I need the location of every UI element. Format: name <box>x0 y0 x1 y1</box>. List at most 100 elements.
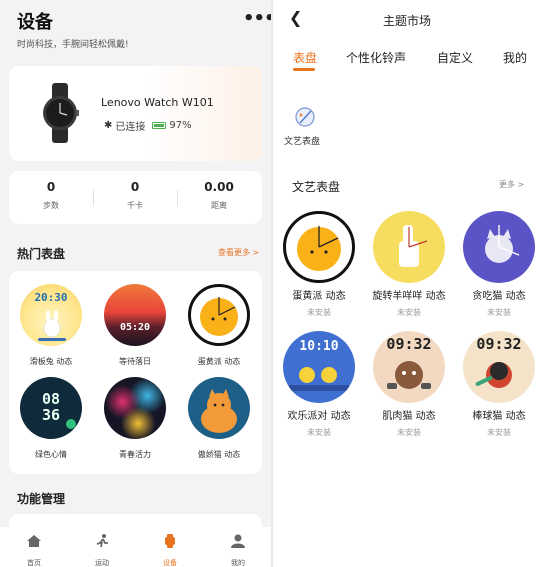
tab-ringtone[interactable]: 个性化铃声 <box>346 49 406 66</box>
face-name: 等待落日 <box>119 357 151 366</box>
person-icon <box>231 534 245 548</box>
install-status: 未安装 <box>487 428 511 437</box>
install-status: 未安装 <box>487 308 511 317</box>
tab-mine[interactable]: 我的 <box>211 533 265 567</box>
home-icon <box>27 535 41 547</box>
face-time: 05:20 <box>119 322 151 333</box>
stats-card: 0 步数 0 千卡 0.00 距离 <box>9 171 262 224</box>
face-item[interactable]: 09:32 棒球猫 动态 未安装 <box>454 331 540 438</box>
stat-value: 0 <box>46 180 56 194</box>
run-icon <box>96 534 108 548</box>
face-name: 肌肉猫 动态 <box>382 411 436 422</box>
back-chevron-icon[interactable]: ❮ <box>289 8 302 27</box>
device-card[interactable]: Lenovo Watch W101 ✱ 已连接 97% <box>9 66 262 161</box>
face-time: 20:30 <box>34 291 68 304</box>
face-thumbnail <box>283 211 355 283</box>
face-item[interactable]: 贪吃猫 动态 未安装 <box>454 211 540 318</box>
stat-value: 0 <box>130 180 140 194</box>
face-thumbnail <box>188 284 250 346</box>
bottom-tab-bar: 首页 运动 设备 我的 <box>0 527 271 567</box>
see-more-link[interactable]: 查看更多 > <box>218 247 259 258</box>
stat-label: 距离 <box>211 201 227 210</box>
stat-calories: 0 千卡 <box>93 180 177 211</box>
cat-icon <box>201 389 237 433</box>
face-thumbnail: 09:32 <box>463 331 535 403</box>
function-management-title: 功能管理 <box>17 492 66 506</box>
tab-home[interactable]: 首页 <box>7 533 61 567</box>
tab-label: 设备 <box>163 559 177 567</box>
face-name: 棒球猫 动态 <box>472 411 526 422</box>
stat-label: 千卡 <box>127 201 143 210</box>
face-thumbnail <box>104 377 166 439</box>
face-name: 旋转羊咩咩 动态 <box>372 291 446 302</box>
tab-label: 运动 <box>95 559 109 567</box>
tab-label: 首页 <box>27 559 41 567</box>
face-name: 蛋黄派 动态 <box>292 291 346 302</box>
face-thumbnail <box>463 211 535 283</box>
face-item[interactable]: 蛋黄派 动态 未安装 <box>274 211 364 318</box>
egg-yolk-icon <box>200 297 238 336</box>
stat-value: 0.00 <box>204 180 234 194</box>
face-thumbnail <box>373 211 445 283</box>
face-thumbnail: 20:30 <box>20 284 82 346</box>
watch-icon <box>165 534 175 548</box>
tab-watchface[interactable]: 表盘 <box>293 49 317 66</box>
face-thumbnail: 08 36 <box>20 377 82 439</box>
face-item[interactable]: 蛋黄派 动态 <box>179 284 259 367</box>
face-thumbnail: 05:20 <box>104 284 166 346</box>
install-status: 未安装 <box>397 308 421 317</box>
face-name: 蛋黄派 动态 <box>197 357 241 366</box>
rabbit-icon <box>38 310 66 341</box>
face-name: 欢乐派对 动态 <box>287 411 351 422</box>
active-tab-indicator <box>293 68 315 71</box>
face-item[interactable]: 傲娇猫 动态 <box>179 377 259 460</box>
watch-image <box>43 83 79 143</box>
device-panel: 设备 ••• 时尚科技，手腕间轻松佩戴! Lenovo Watch W101 ✱… <box>0 0 271 567</box>
bluetooth-icon: ✱ <box>104 120 113 131</box>
baseball-cat-icon <box>475 362 512 388</box>
face-item[interactable]: 旋转羊咩咩 动态 未安装 <box>364 211 454 318</box>
install-status: 未安装 <box>307 428 331 437</box>
battery-level: 97% <box>169 120 192 131</box>
stat-steps: 0 步数 <box>9 180 93 211</box>
face-item[interactable]: 08 36 绿色心情 <box>11 377 91 460</box>
tab-sport[interactable]: 运动 <box>75 533 129 567</box>
face-name: 青春活力 <box>119 450 151 459</box>
alpaca-icon <box>399 225 428 267</box>
face-thumbnail: 09:32 <box>373 331 445 403</box>
install-status: 未安装 <box>397 428 421 437</box>
face-time: 08 36 <box>41 390 61 424</box>
leaf-icon <box>66 419 76 429</box>
art-palette-icon[interactable] <box>294 106 316 128</box>
device-name: Lenovo Watch W101 <box>101 96 214 109</box>
battery-icon <box>152 122 167 129</box>
face-thumbnail <box>188 377 250 439</box>
egg-yolk-icon <box>297 226 341 271</box>
art-category-label[interactable]: 文艺表盘 <box>284 134 320 147</box>
face-name: 绿色心情 <box>35 450 67 459</box>
install-status: 未安装 <box>307 308 331 317</box>
page-subtitle: 时尚科技，手腕间轻松佩戴! <box>17 40 129 50</box>
face-name: 傲娇猫 动态 <box>197 450 241 459</box>
face-item[interactable]: 05:20 等待落日 <box>95 284 175 367</box>
face-thumbnail: 10:10 <box>283 331 355 403</box>
face-item[interactable]: 20:30 滑板兔 动态 <box>11 284 91 367</box>
page-title: 主题市场 <box>383 14 432 28</box>
connection-label: 已连接 <box>115 122 146 133</box>
theme-market-panel: ❮ 主题市场 表盘 个性化铃声 自定义 我的 文艺表盘 文艺表盘 更多 > 蛋黄… <box>273 0 540 567</box>
tab-mine[interactable]: 我的 <box>503 49 527 66</box>
face-item[interactable]: 10:10 欢乐派对 动态 未安装 <box>274 331 364 438</box>
popular-faces-card: 20:30 滑板兔 动态 05:20 等待落日 蛋黄派 动态 08 36 绿色心… <box>9 271 262 474</box>
party-chicks-icon <box>289 367 349 391</box>
cat-icon <box>485 225 520 263</box>
more-dots-icon[interactable]: ••• <box>243 8 271 29</box>
more-link[interactable]: 更多 > <box>499 179 524 190</box>
face-item[interactable]: 青春活力 <box>95 377 175 460</box>
face-item[interactable]: 09:32 肌肉猫 动态 未安装 <box>364 331 454 438</box>
muscle-cat-icon <box>387 361 431 389</box>
tab-device[interactable]: 设备 <box>143 533 197 567</box>
connection-status: ✱ 已连接 97% <box>104 118 192 133</box>
page-title: 设备 <box>17 12 53 33</box>
face-name: 贪吃猫 动态 <box>472 291 526 302</box>
tab-custom[interactable]: 自定义 <box>437 49 473 66</box>
